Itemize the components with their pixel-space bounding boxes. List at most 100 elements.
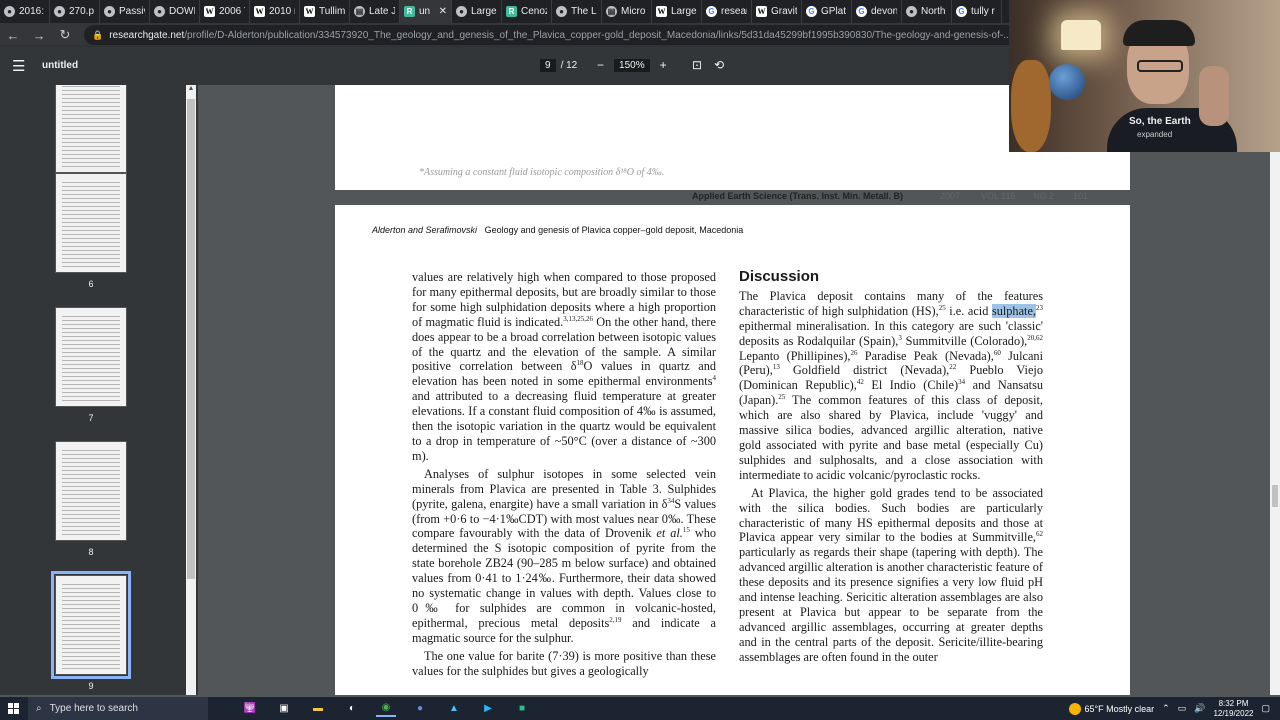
viewer-scroll-thumb[interactable] [1272,485,1278,507]
thumbnail-line [62,470,120,471]
browser-tab[interactable]: ● 2016: [0,0,50,23]
thumbnail-page-number: 6 [88,279,94,289]
paragraph: The Plavica deposit contains many of the… [739,288,1044,482]
zoom-in-button[interactable]: + [660,58,667,72]
thumbnail-line [62,450,120,451]
thumbnail-image[interactable] [51,571,131,679]
page-thumbnail[interactable]: 8 [55,441,127,557]
browser-tab[interactable]: ● Large [452,0,502,23]
browser-tab[interactable]: W Tullim [300,0,350,23]
viewer-scrollbar[interactable] [1270,85,1280,695]
browser-tab[interactable]: Gdevon [852,0,902,23]
menu-icon[interactable]: ☰ [12,57,25,75]
thumbnail-line [62,388,120,389]
browser-tab[interactable]: ● North [902,0,952,23]
fit-page-icon[interactable]: ⊡ [692,58,702,72]
discord-icon[interactable]: ● [410,701,430,717]
sidebar-scrollbar[interactable]: ▲ [186,85,196,695]
page-thumbnail[interactable]: 7 [55,307,127,423]
thumbnail-image[interactable] [55,85,127,173]
tab-label: un [419,6,431,17]
thumbnail-image[interactable] [55,307,127,407]
back-icon[interactable]: ← [6,28,20,43]
thumbnail-line [62,242,120,243]
thumbnail-line [62,190,120,191]
browser-tab[interactable]: Run ✕ [400,0,452,23]
thumbnail-image[interactable] [55,173,127,273]
browser-tab[interactable]: G GPlat [802,0,852,23]
scroll-up-icon[interactable]: ▲ [186,85,196,92]
thumbnail-line [62,222,120,223]
tray-chevron-icon[interactable]: ⌃ [1162,703,1170,714]
taskbar-search[interactable]: ⌕ Type here to search [28,697,208,720]
thumbnail-line [62,324,120,325]
thumbnail-line [62,384,120,385]
browser-tab[interactable]: ● The L [552,0,602,23]
tab-label: 2006 Y [219,6,245,17]
rotate-icon[interactable]: ⟲ [714,58,724,72]
globe-icon: ● [456,6,467,17]
text-selection[interactable]: sulphate, [991,303,1036,318]
thumbnail-line [62,462,120,463]
notifications-icon[interactable]: ▢ [1261,703,1270,714]
chrome-icon[interactable]: ◉ [376,701,396,717]
browser-tab[interactable]: W 2010 r [250,0,300,23]
sidebar-scroll-thumb[interactable] [187,99,195,579]
zoom-level-input[interactable]: 150% [614,58,650,72]
tab-label: 2016: [19,6,45,17]
clock[interactable]: 8:32 PM 12/19/2022 [1213,699,1253,719]
browser-tab[interactable]: R Cenoz [502,0,552,23]
browser-tab[interactable]: ● DOWI [150,0,200,23]
reload-icon[interactable]: ↻ [58,27,72,43]
browser-tab[interactable]: W Gravit [752,0,802,23]
running-issue: NO 2 [1033,191,1055,201]
browser-tab[interactable]: ▤ Late J [350,0,400,23]
forward-icon[interactable]: → [32,28,46,43]
lock-icon[interactable]: 🔒 [92,30,103,41]
thumbnail-line [62,644,120,645]
browser-tab[interactable]: Gresear [702,0,752,23]
thumbnail-image[interactable] [55,441,127,541]
thumbnail-line [62,356,120,357]
browser-tab[interactable]: W 2006 Y [200,0,250,23]
browser-tab[interactable]: Gtully r [952,0,1002,23]
thumbnail-line [62,612,120,613]
file-explorer-icon[interactable]: ▬ [308,701,328,717]
thumbnail-line [62,656,120,657]
thumbnail-line [62,246,120,247]
search-placeholder: Type here to search [49,703,138,714]
browser-tab[interactable]: ● Passiv [100,0,150,23]
thumbnail-line [62,210,120,211]
page-thumbnail[interactable]: 9 [51,571,131,691]
browser-tab[interactable]: ● 270.p [50,0,100,23]
menorah-icon[interactable]: 🕎 [240,701,260,717]
close-tab-icon[interactable]: ✕ [439,6,447,17]
section-heading: Discussion [739,268,820,285]
thumbnail-line [62,234,120,235]
task-view-icon[interactable]: ▣ [274,701,294,717]
current-page-input[interactable]: 9 [540,59,556,72]
thumbnail-line [62,90,120,91]
thumbnail-line [62,316,120,317]
photos-icon[interactable]: ▲ [444,701,464,717]
globe-image [1049,64,1085,100]
app-icon[interactable]: ◐ [342,701,362,717]
app-green-icon[interactable]: ■ [512,701,532,717]
thumbnail-line [62,250,120,251]
media-icon[interactable]: ▶ [478,701,498,717]
start-button[interactable] [0,697,26,720]
browser-tab[interactable]: W Large [652,0,702,23]
page-thumbnail[interactable]: 6 [55,173,127,289]
network-icon[interactable]: ▭ [1178,703,1187,714]
browser-tab[interactable]: ▤ Micro [602,0,652,23]
zoom-out-button[interactable]: − [597,58,604,72]
weather-widget[interactable]: 65°F Mostly clear [1068,702,1154,715]
thumbnail-line [62,380,120,381]
thumbnail-line [62,474,120,475]
thumbnail-line [62,254,120,255]
wikipedia-icon: W [756,6,767,17]
thumbnail-page-number: 9 [88,681,94,691]
volume-icon[interactable]: 🔊 [1194,703,1205,714]
thumbnail-line [62,114,120,115]
tab-label: Gravit [771,6,797,17]
